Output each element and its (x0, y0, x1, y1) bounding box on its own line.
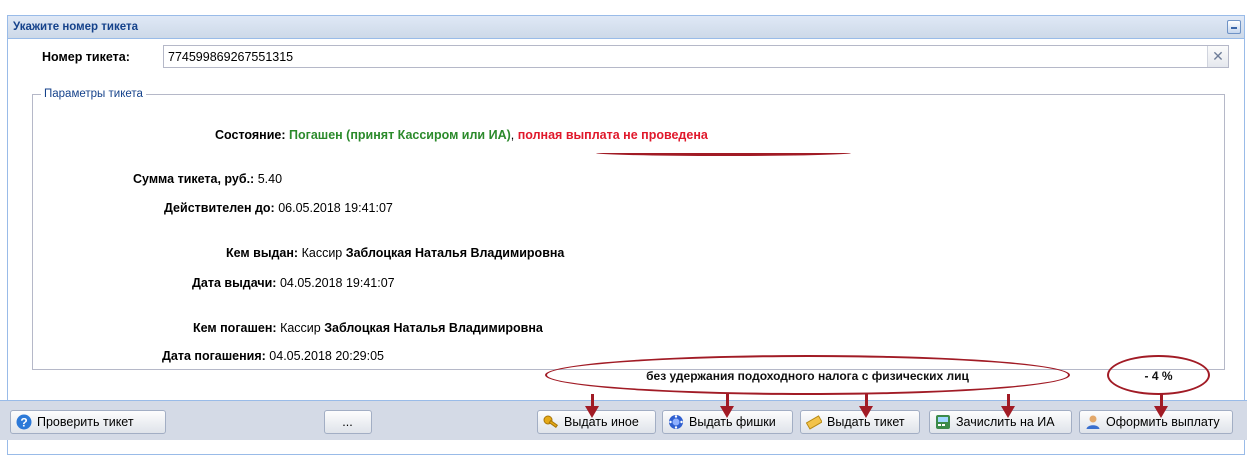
panel-title: Укажите номер тикета (13, 21, 138, 33)
issue-other-label: Выдать иное (564, 415, 639, 429)
minus-percent-annotation: - 4 % (1144, 369, 1173, 383)
issue-date-label: Дата выдачи: (192, 276, 277, 290)
more-label: ... (342, 415, 353, 429)
ticket-params-legend: Параметры тикета (44, 88, 143, 100)
sum-label: Сумма тикета, руб.: (133, 172, 255, 186)
state-label: Состояние: (215, 128, 286, 142)
state-value-green: Погашен (принят Кассиром или ИА) (289, 128, 511, 142)
valid-until-label: Действителен до: (164, 201, 275, 215)
ticket-icon (805, 414, 823, 430)
no-tax-annotation: без удержания подоходного налога с физич… (646, 369, 969, 383)
state-value-red: полная выплата не проведена (517, 128, 708, 142)
sum-field: Сумма тикета, руб.: 5.40 (133, 172, 282, 186)
issue-date-value: 04.05.2018 19:41:07 (279, 276, 395, 290)
chip-icon (668, 414, 684, 430)
close-icon[interactable]: ✕ (1207, 46, 1228, 67)
issue-date-field: Дата выдачи: 04.05.2018 19:41:07 (192, 276, 395, 290)
valid-until-value: 06.05.2018 19:41:07 (278, 201, 393, 215)
help-icon: ? (16, 414, 32, 430)
redeemed-by-field: Кем погашен: Кассир Заблоцкая Наталья Вл… (193, 321, 543, 335)
bottom-toolbar: ? Проверить тикет ... Выдать иное Выдать… (0, 400, 1247, 440)
check-ticket-button[interactable]: ? Проверить тикет (10, 410, 166, 434)
svg-text:?: ? (20, 416, 27, 430)
redeemed-by-role: Кассир (280, 321, 321, 335)
terminal-icon (935, 414, 951, 430)
ticket-number-label: Номер тикета: (42, 50, 130, 64)
redeem-date-label: Дата погашения: (162, 349, 266, 363)
state-field: Состояние: Погашен (принят Кассиром или … (215, 128, 708, 142)
collapse-icon[interactable] (1227, 20, 1241, 34)
redeemed-by-label: Кем погашен: (193, 321, 277, 335)
issued-by-name: Заблоцкая Наталья Владимировна (345, 246, 565, 260)
issued-by-role: Кассир (301, 246, 343, 260)
ticket-number-input[interactable] (163, 45, 1229, 68)
check-ticket-label: Проверить тикет (37, 415, 134, 429)
sum-value: 5.40 (257, 172, 283, 186)
state-separator: , (510, 128, 515, 142)
panel-header: Укажите номер тикета (8, 16, 1244, 39)
more-button[interactable]: ... (324, 410, 372, 434)
issued-by-field: Кем выдан: Кассир Заблоцкая Наталья Влад… (226, 246, 564, 260)
issued-by-label: Кем выдан: (226, 246, 299, 260)
ticket-number-row: Номер тикета: ✕ (0, 44, 1247, 70)
redeem-date-field: Дата погашения: 04.05.2018 20:29:05 (162, 349, 384, 363)
redeemed-by-name: Заблоцкая Наталья Владимировна (324, 321, 543, 335)
valid-until-field: Действителен до: 06.05.2018 19:41:07 (164, 201, 393, 215)
user-icon (1085, 414, 1101, 430)
red-underline-annotation (596, 150, 851, 156)
redeem-date-value: 04.05.2018 20:29:05 (269, 349, 384, 363)
key-icon (543, 414, 559, 430)
